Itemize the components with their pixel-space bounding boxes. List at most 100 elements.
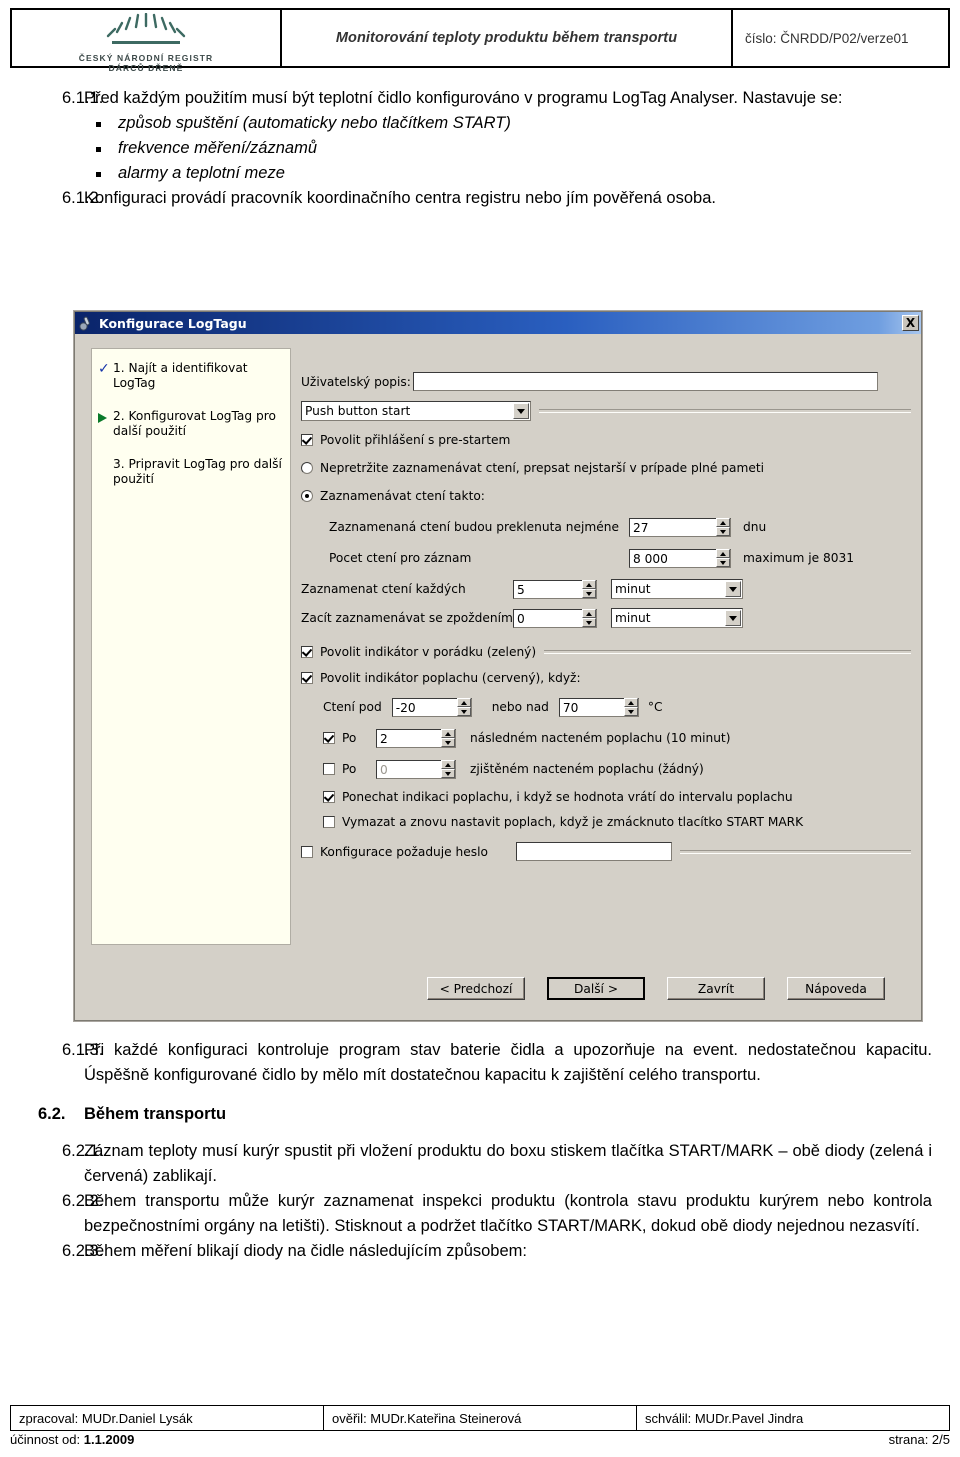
accumulated-alarm-row: Po 0 zjištěném nacteném poplachu (žádný) <box>301 759 911 779</box>
record-continuous-label: Nepretržite zaznamenávat ctení, prepsat … <box>320 461 765 475</box>
spinner-down-icon[interactable] <box>716 527 730 536</box>
spinner-buttons[interactable] <box>716 549 730 567</box>
header-logo-cell: ČESKÝ NÁRODNÍ REGISTR DÁRCŮ DŘENĚ <box>12 10 282 73</box>
reading-below-stepper[interactable]: -20 <box>391 697 472 717</box>
reading-above-stepper[interactable]: 70 <box>558 697 639 717</box>
readings-count-row: Pocet ctení pro záznam 8 000 maximum je … <box>301 548 911 568</box>
footer-cell-verified-by: ověřil: MUDr.Kateřina Steinerová <box>324 1406 637 1430</box>
clause-text: Během měření blikají diody na čidle násl… <box>84 1242 527 1260</box>
spinner-down-icon[interactable] <box>456 707 471 716</box>
document-number: číslo: ČNRDD/P02/verze01 <box>745 30 909 46</box>
spinner-up-icon[interactable] <box>716 518 730 527</box>
keep-alarm-row[interactable]: Ponechat indikaci poplachu, i když se ho… <box>301 790 911 804</box>
record-every-stepper[interactable]: 5 <box>513 579 597 599</box>
password-input[interactable] <box>516 842 672 861</box>
consecutive-alarm-text: následném nacteném poplachu (10 minut) <box>470 731 731 745</box>
accumulated-alarm-label: Po <box>342 762 357 776</box>
span-days-row: Zaznamenaná ctení budou preklenuta nejmé… <box>301 517 911 537</box>
keep-alarm-label: Ponechat indikaci poplachu, i když se ho… <box>342 790 793 804</box>
clause-6-1-2: 6.1.2. Konfiguraci provádí pracovník koo… <box>0 186 960 211</box>
span-days-stepper[interactable]: 27 <box>629 517 731 537</box>
password-checkbox[interactable] <box>301 845 313 858</box>
ok-indicator-label: Povolit indikátor v porádku (zelený) <box>320 645 537 659</box>
sidebar-item-step2[interactable]: 2. Konfigurovat LogTag pro další použití <box>98 409 282 439</box>
spinner-down-icon[interactable] <box>623 707 638 716</box>
record-delay-stepper[interactable]: 0 <box>513 608 597 628</box>
dialog-titlebar[interactable]: Konfigurace LogTagu X <box>75 312 921 334</box>
record-continuous-row[interactable]: Nepretržite zaznamenávat ctení, prepsat … <box>301 461 911 475</box>
spinner-up-icon[interactable] <box>441 729 455 738</box>
clear-alarm-checkbox[interactable] <box>323 816 335 828</box>
logo-text-line2: DÁRCŮ DŘENĚ <box>108 63 184 73</box>
list-item: způsob spuštění (automaticky nebo tlačít… <box>84 111 960 136</box>
spinner-up-icon[interactable] <box>456 698 471 707</box>
settings-bullet-list: způsob spuštění (automaticky nebo tlačít… <box>0 111 960 186</box>
spinner-up-icon[interactable] <box>582 580 596 589</box>
prestart-row[interactable]: Povolit přihlášení s pre-startem <box>301 433 911 447</box>
sidebar-item-step3[interactable]: 3. Pripravit LogTag pro další použití <box>98 457 282 487</box>
chevron-down-icon[interactable] <box>513 403 529 419</box>
footer-cell-prepared-by: zpracoval: MUDr.Daniel Lysák <box>11 1406 324 1430</box>
clear-alarm-row[interactable]: Vymazat a znovu nastavit poplach, když j… <box>301 815 911 829</box>
chevron-down-icon[interactable] <box>725 610 741 626</box>
close-button[interactable]: Zavrít <box>667 977 765 1000</box>
spinner-up-icon[interactable] <box>582 609 596 618</box>
spinner-down-icon[interactable] <box>441 738 455 747</box>
clause-number: 6.1.3. <box>62 1041 104 1059</box>
consecutive-alarm-checkbox[interactable] <box>323 732 335 744</box>
record-continuous-radio[interactable] <box>301 462 313 474</box>
step-marker-none <box>98 457 113 487</box>
spinner-buttons[interactable] <box>441 760 455 778</box>
spinner-up-icon[interactable] <box>716 549 730 558</box>
section-number: 6.2. <box>38 1105 66 1123</box>
record-custom-radio[interactable] <box>301 490 313 502</box>
record-delay-unit-select[interactable]: minut <box>611 608 743 628</box>
spinner-buttons[interactable] <box>716 518 730 536</box>
spinner-up-icon[interactable] <box>623 698 638 707</box>
record-custom-row[interactable]: Zaznamenávat ctení takto: <box>301 489 911 503</box>
spinner-buttons[interactable] <box>582 609 596 627</box>
alarm-range-row: Ctení pod -20 nebo nad 70 °C <box>301 697 911 717</box>
spinner-down-icon[interactable] <box>582 618 596 627</box>
validity-value: 1.1.2009 <box>83 1432 135 1447</box>
alarm-indicator-checkbox[interactable] <box>301 672 313 684</box>
prestart-checkbox[interactable] <box>301 434 313 446</box>
user-description-input[interactable] <box>413 372 878 391</box>
readings-count-label: Pocet ctení pro záznam <box>329 551 472 565</box>
spinner-buttons[interactable] <box>623 698 638 716</box>
accumulated-alarm-checkbox[interactable] <box>323 763 335 775</box>
clause-6-2-1: 6.2.1. Záznam teploty musí kurýr spustit… <box>0 1139 960 1189</box>
user-description-label: Uživatelský popis: <box>301 374 411 389</box>
help-button[interactable]: Nápoveda <box>787 977 885 1000</box>
spinner-buttons[interactable] <box>441 729 455 747</box>
next-button[interactable]: Další > <box>547 977 645 1000</box>
sidebar-item-label: 2. Konfigurovat LogTag pro další použití <box>113 409 276 438</box>
accumulated-alarm-stepper[interactable]: 0 <box>376 759 456 779</box>
spinner-up-icon[interactable] <box>441 760 455 769</box>
consecutive-alarm-stepper[interactable]: 2 <box>376 728 456 748</box>
previous-button[interactable]: < Predchozí <box>427 977 525 1000</box>
spinner-buttons[interactable] <box>456 698 471 716</box>
divider <box>539 409 911 413</box>
spinner-buttons[interactable] <box>582 580 596 598</box>
clause-text: Před každým použitím musí být teplotní č… <box>84 89 843 107</box>
chevron-down-icon[interactable] <box>725 581 741 597</box>
spinner-down-icon[interactable] <box>582 589 596 598</box>
logtag-configuration-dialog[interactable]: Konfigurace LogTagu X ✓ 1. Najít a ident… <box>74 311 922 1021</box>
clause-text: Záznam teploty musí kurýr spustit při vl… <box>84 1142 932 1185</box>
ok-indicator-checkbox[interactable] <box>301 646 313 658</box>
sidebar-item-step1[interactable]: ✓ 1. Najít a identifikovat LogTag <box>98 361 282 391</box>
list-item: frekvence měření/záznamů <box>84 136 960 161</box>
alarm-indicator-row[interactable]: Povolit indikátor poplachu (cervený), kd… <box>301 671 911 685</box>
record-every-unit-select[interactable]: minut <box>611 579 743 599</box>
ok-indicator-row[interactable]: Povolit indikátor v porádku (zelený) <box>301 645 911 659</box>
clause-6-1-1: 6.1.1. Před každým použitím musí být tep… <box>0 86 960 111</box>
spinner-down-icon[interactable] <box>441 769 455 778</box>
close-icon[interactable]: X <box>902 315 919 331</box>
temperature-unit-label: °C <box>647 700 663 714</box>
readings-count-stepper[interactable]: 8 000 <box>629 548 731 568</box>
keep-alarm-checkbox[interactable] <box>323 791 335 803</box>
start-mode-select[interactable]: Push button start <box>301 401 531 421</box>
spinner-down-icon[interactable] <box>716 558 730 567</box>
consecutive-alarm-label: Po <box>342 731 357 745</box>
